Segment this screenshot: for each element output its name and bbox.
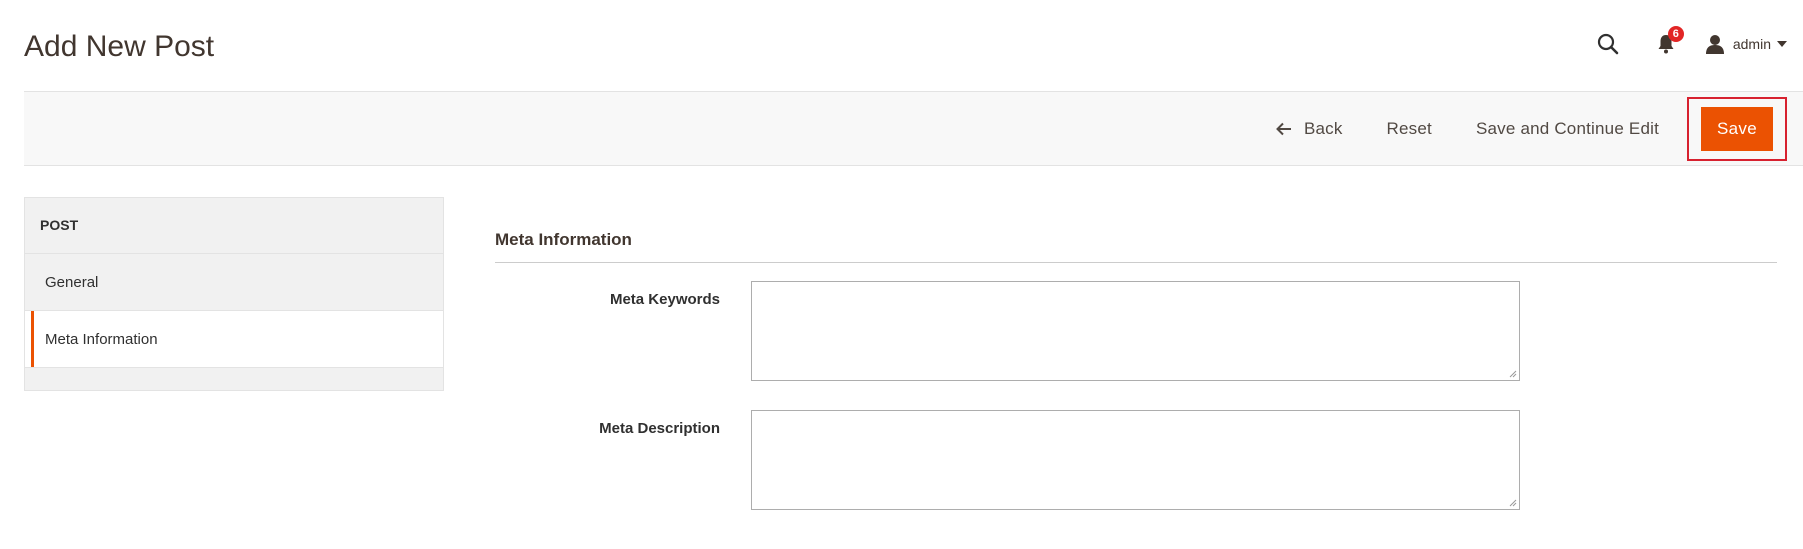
caret-down-icon [1777,41,1787,47]
save-button-highlight: Save [1687,96,1787,161]
header-actions: 6 admin [1593,26,1787,60]
meta-keywords-label: Meta Keywords [609,291,720,308]
user-menu-button[interactable]: admin [1705,34,1787,54]
meta-description-label: Meta Description [599,420,720,437]
resize-handle-icon[interactable] [1509,499,1517,507]
arrow-left-icon [1276,122,1292,136]
sidebar-item-meta-information[interactable]: Meta Information [25,311,443,368]
notification-count-badge: 6 [1667,26,1684,42]
save-button[interactable]: Save [1701,106,1773,151]
user-icon [1705,35,1724,54]
section-title: Meta Information [495,230,632,249]
page-actions-toolbar: Back Reset Save and Continue Edit Save [24,91,1803,166]
resize-handle-icon[interactable] [1509,370,1517,378]
reset-button[interactable]: Reset [1365,119,1454,139]
search-button[interactable] [1593,29,1623,59]
toolbar-actions: Back Reset Save and Continue Edit Save [1254,92,1787,165]
meta-keywords-field[interactable] [751,281,1520,381]
section-divider [495,262,1777,263]
post-tabs-sidebar: POST General Meta Information [24,197,444,391]
user-name: admin [1732,36,1771,52]
meta-description-field[interactable] [751,410,1520,510]
notifications-button[interactable]: 6 [1651,26,1684,59]
save-and-continue-button[interactable]: Save and Continue Edit [1454,119,1681,139]
sidebar-title: POST [25,198,443,254]
back-button[interactable]: Back [1254,119,1365,139]
back-label: Back [1303,118,1343,138]
search-icon [1597,33,1619,55]
page-header: Add New Post 6 admin [0,0,1803,92]
page-title: Add New Post [24,30,215,63]
sidebar-item-general[interactable]: General [25,254,443,311]
